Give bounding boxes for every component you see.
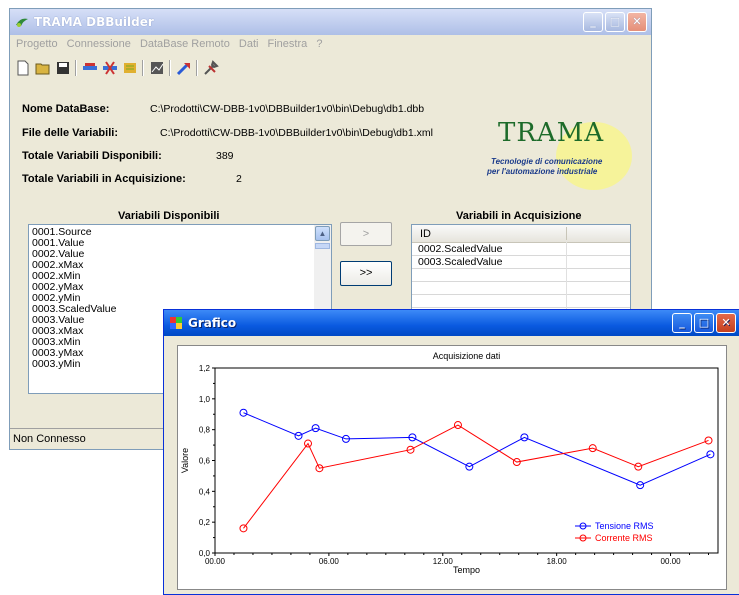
save-icon[interactable]	[55, 60, 71, 76]
total-available-label: Totale Variabili Disponibili:	[22, 150, 162, 162]
y-axis-label: Valore	[180, 448, 190, 473]
logo-subtitle-2: per l'automazione industriale	[487, 167, 598, 176]
menu-connessione[interactable]: Connessione	[67, 38, 131, 50]
column-divider	[566, 227, 567, 240]
variables-icon[interactable]	[122, 60, 138, 76]
y-tick-label: 0,2	[199, 518, 211, 527]
x-tick-label: 00.00	[661, 557, 682, 566]
y-tick-label: 1,0	[199, 395, 211, 404]
vars-file-label: File delle Variabili:	[22, 127, 118, 139]
acquisition-grid[interactable]: ID 0002.ScaledValue 0003.ScaledValue	[411, 224, 631, 314]
table-row-empty	[412, 283, 630, 295]
table-row[interactable]: 0003.ScaledValue	[412, 257, 630, 269]
close-button[interactable]: ✕	[627, 12, 647, 32]
chart-window: Grafico _ □ ✕ Acquisizione dati 0,0 0,2 0,4…	[163, 309, 739, 595]
line-chart: Acquisizione dati0,00,20,40,60,81,01,200…	[180, 351, 719, 575]
toolbar-separator	[75, 60, 77, 76]
row-id-cell: 0003.ScaledValue	[418, 256, 503, 268]
toolbar-separator	[196, 60, 198, 76]
x-tick-label: 06.00	[319, 557, 340, 566]
trama-app-icon	[16, 18, 28, 27]
toolbar-separator	[142, 60, 144, 76]
chart-titlebar[interactable]: Grafico _ □ ✕	[164, 310, 739, 336]
table-row-empty	[412, 270, 630, 282]
logo-title: TRAMA	[498, 118, 605, 148]
main-window-title: TRAMA DBBuilder	[34, 15, 154, 29]
add-all-variables-button[interactable]: >>	[340, 261, 392, 286]
toolbar	[10, 56, 651, 80]
minimize-button[interactable]: _	[583, 12, 603, 32]
db-name-value: C:\Prodotti\CW-DBB-1v0\DBBuilder1v0\bin\…	[150, 103, 425, 115]
chart-icon[interactable]	[149, 60, 165, 76]
menu-dati[interactable]: Dati	[239, 38, 259, 50]
add-variable-button[interactable]: >	[340, 222, 392, 246]
table-row[interactable]: 0002.ScaledValue	[412, 244, 630, 256]
scroll-thumb[interactable]	[315, 243, 330, 249]
logo-subtitle-1: Tecnologie di comunicazione	[491, 157, 603, 166]
available-header: Variabili Disponibili	[118, 210, 220, 222]
total-available-value: 389	[216, 150, 234, 162]
chart-maximize-button[interactable]: □	[694, 313, 714, 333]
trama-logo: TRAMA Tecnologie di comunicazione per l'…	[486, 114, 636, 192]
menu-bar: Progetto Connessione DataBase Remoto Dat…	[10, 35, 651, 54]
row-id-cell: 0002.ScaledValue	[418, 243, 503, 255]
legend-label: Tensione RMS	[595, 521, 654, 531]
connect-icon[interactable]	[82, 60, 98, 76]
menu-progetto[interactable]: Progetto	[16, 38, 58, 50]
chart-window-icon	[170, 317, 182, 329]
vars-file-value: C:\Prodotti\CW-DBB-1v0\DBBuilder1v0\bin\…	[160, 127, 433, 139]
settings-tools-icon[interactable]	[203, 60, 219, 76]
legend-label: Corrente RMS	[595, 533, 653, 543]
y-tick-label: 0,8	[199, 426, 211, 435]
scroll-up-button[interactable]: ▲	[315, 226, 330, 241]
y-tick-label: 0,4	[199, 487, 211, 496]
table-row-empty	[412, 296, 630, 308]
acquisition-header: Variabili in Acquisizione	[456, 210, 582, 222]
export-icon[interactable]	[176, 60, 192, 76]
maximize-button[interactable]: □	[605, 12, 625, 32]
column-id-header[interactable]: ID	[420, 228, 431, 240]
menu-finestra[interactable]: Finestra	[268, 38, 308, 50]
disconnect-icon[interactable]	[102, 60, 118, 76]
open-folder-icon[interactable]	[35, 60, 51, 76]
chart-minimize-button[interactable]: _	[672, 313, 692, 333]
chart-close-button[interactable]: ✕	[716, 313, 736, 333]
y-tick-label: 0,6	[199, 457, 211, 466]
db-name-label: Nome DataBase:	[22, 103, 110, 115]
chart-title: Acquisizione dati	[433, 351, 501, 361]
menu-help[interactable]: ?	[316, 38, 322, 50]
new-file-icon[interactable]	[15, 60, 31, 76]
grid-column-line	[566, 242, 567, 313]
menu-database-remoto[interactable]: DataBase Remoto	[140, 38, 230, 50]
total-acq-label: Totale Variabili in Acquisizione:	[22, 173, 186, 185]
x-tick-label: 00.00	[205, 557, 226, 566]
total-acq-value: 2	[236, 173, 242, 185]
chart-panel: Acquisizione dati 0,0 0,2 0,4 0,6 0,8 1,0 1,2 00…	[177, 345, 727, 590]
x-tick-label: 12.00	[433, 557, 454, 566]
x-tick-label: 18.00	[547, 557, 568, 566]
chart-window-title: Grafico	[188, 316, 237, 330]
x-axis-label: Tempo	[453, 565, 480, 575]
toolbar-separator	[169, 60, 171, 76]
y-tick-label: 1,2	[199, 364, 211, 373]
main-titlebar[interactable]: TRAMA DBBuilder _ □ ✕	[10, 9, 651, 35]
connection-status: Non Connesso	[13, 433, 86, 445]
grid-header: ID	[412, 225, 630, 243]
